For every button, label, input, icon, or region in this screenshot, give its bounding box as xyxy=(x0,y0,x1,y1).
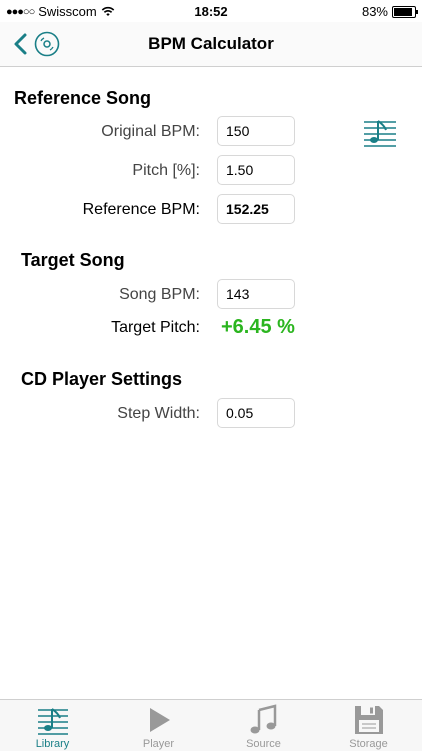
target-song-title: Target Song xyxy=(21,250,125,270)
battery-percent: 83% xyxy=(361,4,388,19)
navigation-bar: BPM Calculator xyxy=(0,22,422,67)
pitch-label: Pitch [%]: xyxy=(132,162,200,179)
status-time: 18:52 xyxy=(194,4,228,19)
battery-icon xyxy=(392,5,418,18)
tab-storage-label: Storage xyxy=(349,738,388,750)
tab-library-label: Library xyxy=(35,738,70,750)
play-icon xyxy=(149,708,170,732)
reference-bpm-value xyxy=(217,194,295,224)
target-pitch-label: Target Pitch: xyxy=(111,319,200,336)
song-bpm-label: Song BPM: xyxy=(119,286,200,303)
step-width-label: Step Width: xyxy=(117,405,200,422)
pitch-input[interactable] xyxy=(217,155,295,185)
tab-player-label: Player xyxy=(142,738,175,750)
score-sheet-icon[interactable] xyxy=(364,117,396,147)
original-bpm-label: Original BPM: xyxy=(101,123,200,140)
cd-player-settings-title: CD Player Settings xyxy=(21,369,183,389)
step-width-input[interactable] xyxy=(217,398,295,428)
status-bar: ●●●○○ Swisscom 18:52 83% xyxy=(0,0,422,22)
target-pitch-value: +6.45 % xyxy=(221,316,295,338)
tab-player[interactable]: Player xyxy=(106,700,211,751)
reference-song-title: Reference Song xyxy=(14,88,152,108)
status-right: 83% xyxy=(361,4,418,19)
song-bpm-input[interactable] xyxy=(217,279,295,309)
tab-source-label: Source xyxy=(246,738,281,750)
tab-storage[interactable]: Storage xyxy=(316,700,421,751)
original-bpm-input[interactable] xyxy=(217,116,295,146)
music-note-icon xyxy=(250,704,276,734)
floppy-disk-icon xyxy=(354,706,383,734)
page-title: BPM Calculator xyxy=(148,34,274,53)
tab-bar: Library Player Source Storage xyxy=(0,699,422,751)
tab-library[interactable]: Library xyxy=(0,700,105,751)
tab-source[interactable]: Source xyxy=(211,700,316,751)
reference-bpm-label: Reference BPM: xyxy=(82,201,200,218)
library-icon xyxy=(37,708,68,735)
